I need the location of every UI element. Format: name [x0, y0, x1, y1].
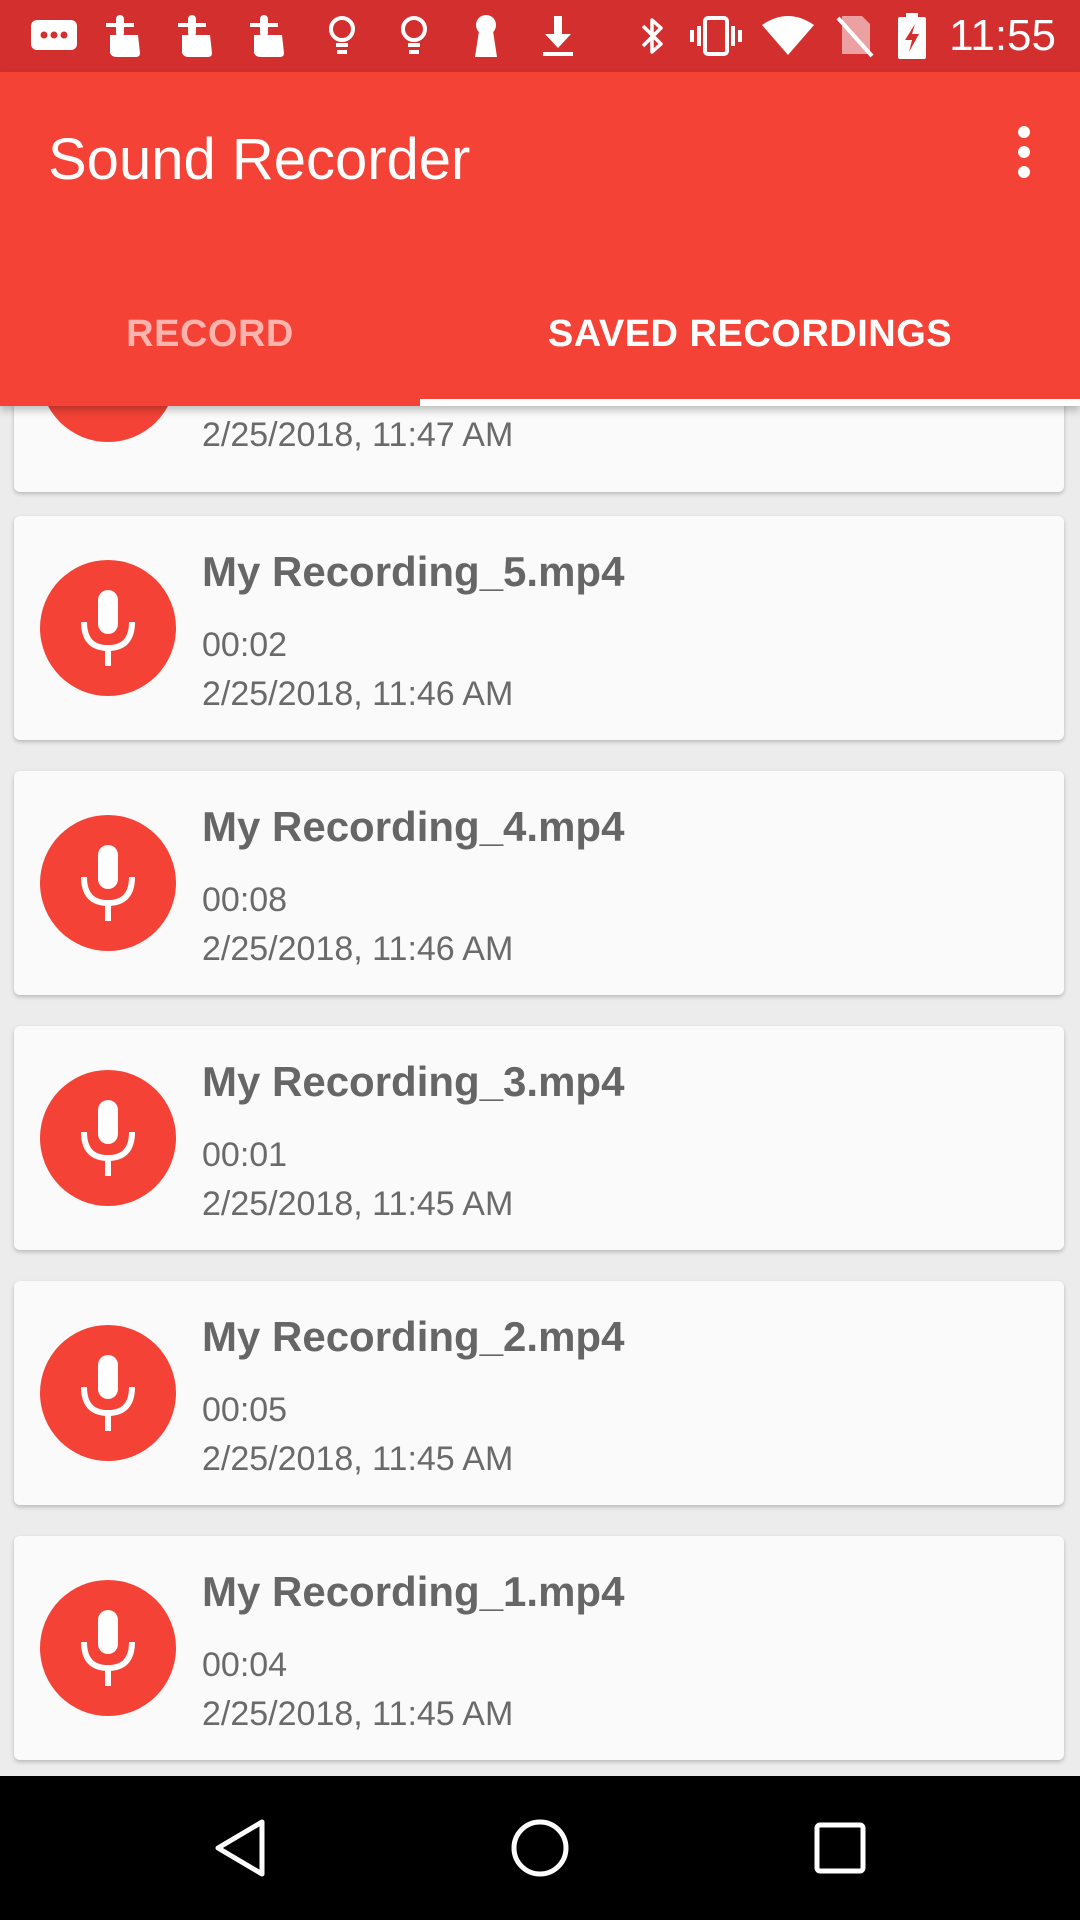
- recording-duration: 00:05: [202, 1391, 288, 1429]
- recording-card[interactable]: My Recording_3.mp4 00:01 2/25/2018, 11:4…: [14, 1026, 1064, 1250]
- vibrate-icon: [688, 0, 744, 72]
- recording-name: My Recording_5.mp4: [202, 548, 625, 595]
- mic-icon: [40, 1580, 176, 1716]
- lightbulb-icon: [394, 0, 434, 72]
- battery-charging-icon: [892, 0, 932, 72]
- home-icon[interactable]: [460, 1776, 620, 1920]
- recording-card[interactable]: My Recording_4.mp4 00:08 2/25/2018, 11:4…: [14, 771, 1064, 995]
- recording-date: 2/25/2018, 11:46 AM: [202, 930, 514, 968]
- recording-name: My Recording_3.mp4: [202, 1058, 625, 1105]
- recording-card[interactable]: My Recording_1.mp4 00:04 2/25/2018, 11:4…: [14, 1536, 1064, 1760]
- navigation-bar: [0, 1776, 1080, 1920]
- lightbulb-icon: [322, 0, 362, 72]
- mic-icon: [40, 560, 176, 696]
- tab-bar: RECORD SAVED RECORDINGS: [0, 262, 1080, 406]
- message-icon: [28, 0, 80, 72]
- recording-duration: 00:02: [202, 626, 288, 664]
- recording-date: 2/25/2018, 11:47 AM: [202, 416, 514, 454]
- recording-date: 2/25/2018, 11:45 AM: [202, 1440, 514, 1478]
- recording-name: My Recording_4.mp4: [202, 803, 625, 850]
- recordings-list[interactable]: 2/25/2018, 11:47 AM My Recording_5.mp4 0…: [0, 406, 1080, 1776]
- status-bar: 11:55: [0, 0, 1080, 72]
- recording-date: 2/25/2018, 11:45 AM: [202, 1695, 514, 1733]
- tab-record[interactable]: RECORD: [0, 262, 420, 406]
- tab-indicator: [420, 399, 1080, 406]
- touch-icon: [172, 0, 220, 72]
- recording-duration: 00:04: [202, 1646, 288, 1684]
- app-title: Sound Recorder: [48, 127, 471, 192]
- no-sim-icon: [832, 0, 876, 72]
- recording-card[interactable]: 2/25/2018, 11:47 AM: [14, 406, 1064, 492]
- recording-name: My Recording_1.mp4: [202, 1568, 625, 1615]
- recording-name: My Recording_2.mp4: [202, 1313, 625, 1360]
- wifi-icon: [760, 0, 816, 72]
- tab-saved-recordings[interactable]: SAVED RECORDINGS: [420, 262, 1080, 406]
- more-vert-icon[interactable]: [994, 122, 1054, 182]
- keyhole-icon: [466, 0, 506, 72]
- back-icon[interactable]: [160, 1776, 320, 1920]
- mic-icon: [40, 1325, 176, 1461]
- recents-icon[interactable]: [760, 1776, 920, 1920]
- recording-date: 2/25/2018, 11:46 AM: [202, 675, 514, 713]
- clock: 11:55: [949, 11, 1056, 60]
- recording-duration: 00:01: [202, 1136, 288, 1174]
- recording-duration: 00:08: [202, 881, 288, 919]
- app-bar: Sound Recorder RECORD SAVED RECORDINGS: [0, 72, 1080, 406]
- recording-date: 2/25/2018, 11:45 AM: [202, 1185, 514, 1223]
- mic-icon: [40, 1070, 176, 1206]
- touch-icon: [244, 0, 292, 72]
- bluetooth-icon: [632, 0, 672, 72]
- download-icon: [538, 0, 578, 72]
- recording-card[interactable]: My Recording_2.mp4 00:05 2/25/2018, 11:4…: [14, 1281, 1064, 1505]
- touch-icon: [100, 0, 148, 72]
- recording-card[interactable]: My Recording_5.mp4 00:02 2/25/2018, 11:4…: [14, 516, 1064, 740]
- mic-icon: [40, 815, 176, 951]
- mic-icon: [40, 406, 176, 442]
